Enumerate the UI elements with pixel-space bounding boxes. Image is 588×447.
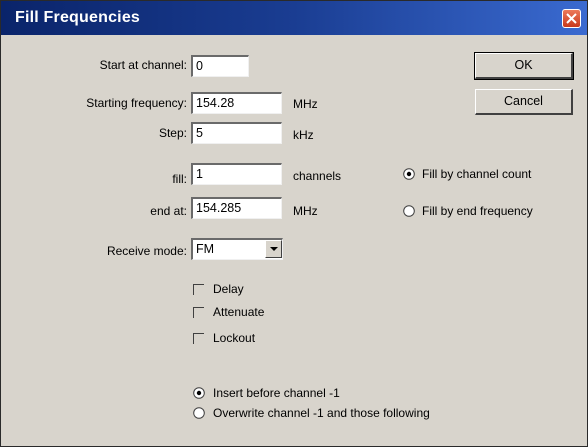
fill-by-end-option[interactable]: Fill by end frequency bbox=[403, 204, 563, 220]
fill-by-end-label: Fill by end frequency bbox=[422, 204, 533, 218]
insert-before-option[interactable]: Insert before channel -1 bbox=[193, 386, 413, 402]
step-label: Step: bbox=[158, 126, 187, 140]
cancel-button[interactable]: Cancel bbox=[475, 89, 573, 115]
insert-before-radio[interactable] bbox=[193, 387, 205, 399]
chevron-down-icon bbox=[270, 247, 278, 251]
step-field[interactable]: 5 bbox=[191, 122, 282, 144]
starting-frequency-label: Starting frequency: bbox=[86, 96, 187, 110]
overwrite-radio[interactable] bbox=[193, 407, 205, 419]
close-icon bbox=[566, 13, 577, 24]
starting-frequency-field[interactable]: 154.28 bbox=[191, 92, 282, 114]
receive-mode-value: FM bbox=[196, 242, 215, 256]
fill-label: fill: bbox=[172, 172, 187, 186]
fill-unit: channels bbox=[293, 169, 342, 183]
insert-before-label: Insert before channel -1 bbox=[213, 386, 340, 400]
fill-frequencies-dialog: Fill Frequencies Start at channel: Start… bbox=[0, 0, 588, 447]
start-channel-field[interactable]: 0 bbox=[191, 55, 249, 77]
attenuate-option[interactable]: Attenuate bbox=[193, 305, 283, 321]
close-button[interactable] bbox=[562, 9, 581, 28]
starting-frequency-unit: MHz bbox=[293, 97, 318, 111]
fill-by-count-label: Fill by channel count bbox=[422, 167, 532, 181]
lockout-label: Lockout bbox=[213, 331, 256, 345]
fill-by-end-radio[interactable] bbox=[403, 205, 415, 217]
start-channel-label: Start at channel: bbox=[99, 58, 187, 72]
delay-checkbox[interactable] bbox=[193, 284, 204, 295]
attenuate-label: Attenuate bbox=[213, 305, 265, 319]
lockout-checkbox[interactable] bbox=[193, 333, 204, 344]
lockout-option[interactable]: Lockout bbox=[193, 331, 283, 347]
fill-by-count-radio[interactable] bbox=[403, 168, 415, 180]
fill-by-count-option[interactable]: Fill by channel count bbox=[403, 167, 563, 183]
ok-button[interactable]: OK bbox=[474, 52, 574, 80]
delay-label: Delay bbox=[213, 282, 244, 296]
end-at-field[interactable]: 154.285 bbox=[191, 197, 282, 219]
dropdown-arrow-button[interactable] bbox=[265, 240, 282, 258]
overwrite-option[interactable]: Overwrite channel -1 and those following bbox=[193, 406, 483, 422]
attenuate-checkbox[interactable] bbox=[193, 307, 204, 318]
overwrite-label: Overwrite channel -1 and those following bbox=[213, 406, 430, 420]
step-unit: kHz bbox=[293, 128, 314, 142]
end-at-unit: MHz bbox=[293, 204, 318, 218]
fill-field[interactable]: 1 bbox=[191, 163, 282, 185]
title-bar[interactable]: Fill Frequencies bbox=[1, 1, 587, 35]
receive-mode-select[interactable]: FM bbox=[191, 238, 283, 260]
receive-mode-label: Receive mode: bbox=[106, 244, 187, 258]
delay-option[interactable]: Delay bbox=[193, 282, 273, 298]
end-at-label: end at: bbox=[150, 204, 187, 218]
dialog-title: Fill Frequencies bbox=[15, 9, 141, 26]
